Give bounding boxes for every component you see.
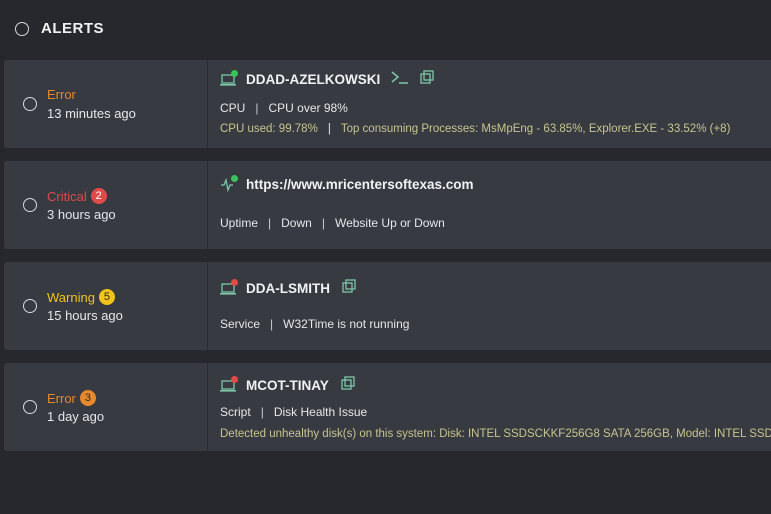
- alert-summary: CPU | CPU over 98%: [220, 101, 348, 115]
- alert-time: 3 hours ago: [47, 207, 116, 222]
- select-all-radio[interactable]: [15, 22, 29, 36]
- alert-select-radio[interactable]: [23, 400, 37, 414]
- severity-label: Warning 5: [47, 289, 115, 305]
- alert-details: https://www.mricentersoftexas.com Uptime…: [220, 161, 771, 249]
- alert-severity-panel: Critical 2 3 hours ago: [4, 161, 208, 249]
- laptop-icon: [220, 278, 238, 296]
- laptop-icon: [220, 375, 238, 393]
- alert-select-radio[interactable]: [23, 97, 37, 111]
- alert-card[interactable]: Critical 2 3 hours ago https://www.mrice…: [4, 161, 771, 249]
- severity-count-badge: 2: [90, 188, 107, 204]
- device-name[interactable]: MCOT-TINAY: [246, 378, 329, 393]
- offline-status-dot: [231, 375, 238, 383]
- laptop-icon: [220, 69, 238, 87]
- alert-detail-line: CPU used: 99.78% | Top consuming Processes…: [220, 123, 731, 135]
- alert-time: 13 minutes ago: [47, 106, 136, 121]
- alert-details: DDA-LSMITH Service | W32Time is not runnin…: [220, 262, 771, 350]
- alert-details: DDAD-AZELKOWSKI CPU | CPU over 98% CPU use…: [220, 60, 771, 148]
- remote-session-icon[interactable]: [341, 376, 355, 395]
- alert-description: Disk Health Issue: [273, 405, 368, 419]
- alert-summary: Script | Disk Health Issue: [220, 405, 368, 419]
- remote-session-icon[interactable]: [342, 279, 356, 298]
- online-status-dot: [231, 69, 238, 77]
- severity-text: Error: [47, 87, 76, 102]
- alert-category: CPU: [220, 101, 246, 115]
- remote-session-icon[interactable]: [420, 70, 434, 89]
- online-status-dot: [231, 174, 238, 182]
- alert-details: MCOT-TINAY Script | Disk Health Issue Dete…: [220, 363, 771, 451]
- alert-description: Down: [281, 216, 312, 230]
- website-url[interactable]: https://www.mricentersoftexas.com: [246, 177, 474, 192]
- severity-text: Error: [47, 390, 76, 406]
- alert-card[interactable]: Warning 5 15 hours ago DDA-LSMITH Servic…: [4, 262, 771, 350]
- alert-time: 1 day ago: [47, 409, 105, 424]
- severity-count-badge: 5: [98, 289, 115, 305]
- severity-label: Error 3: [47, 390, 96, 406]
- severity-text: Warning: [47, 289, 95, 305]
- severity-text: Critical: [47, 188, 87, 204]
- alert-category: Uptime: [220, 216, 259, 230]
- offline-status-dot: [231, 278, 238, 286]
- severity-label: Error: [47, 87, 76, 102]
- alert-select-radio[interactable]: [23, 198, 37, 212]
- alert-detail-line: Detected unhealthy disk(s) on this syste…: [220, 428, 771, 440]
- alert-category: Script: [220, 405, 251, 419]
- alert-detail-processes: Top consuming Processes: MsMpEng - 63.85…: [340, 123, 731, 135]
- device-name[interactable]: DDA-LSMITH: [246, 281, 330, 296]
- alert-summary: Uptime | Down | Website Up or Down: [220, 216, 445, 230]
- alerts-header: ALERTS: [0, 0, 771, 58]
- alert-card[interactable]: Error 3 1 day ago MCOT-TINAY Script | Disk…: [4, 363, 771, 451]
- alert-card[interactable]: Error 13 minutes ago DDAD-AZELKOWSKI CPU…: [4, 60, 771, 148]
- uptime-monitor-icon: [220, 174, 238, 192]
- alert-description: CPU over 98%: [268, 101, 348, 115]
- page-title: ALERTS: [41, 20, 104, 37]
- alert-description: W32Time is not running: [283, 317, 410, 331]
- alert-detail: CPU used: 99.78%: [220, 123, 318, 135]
- alert-detail: Detected unhealthy disk(s) on this syste…: [220, 428, 771, 440]
- alert-select-radio[interactable]: [23, 299, 37, 313]
- alert-time: 15 hours ago: [47, 308, 123, 323]
- alert-severity-panel: Error 13 minutes ago: [4, 60, 208, 148]
- device-name[interactable]: DDAD-AZELKOWSKI: [246, 72, 380, 87]
- terminal-icon[interactable]: [390, 70, 410, 89]
- severity-label: Critical 2: [47, 188, 107, 204]
- alert-severity-panel: Warning 5 15 hours ago: [4, 262, 208, 350]
- alert-summary: Service | W32Time is not running: [220, 317, 410, 331]
- severity-count-badge: 3: [79, 390, 96, 406]
- alert-severity-panel: Error 3 1 day ago: [4, 363, 208, 451]
- alert-category: Service: [220, 317, 261, 331]
- alert-type: Website Up or Down: [334, 216, 445, 230]
